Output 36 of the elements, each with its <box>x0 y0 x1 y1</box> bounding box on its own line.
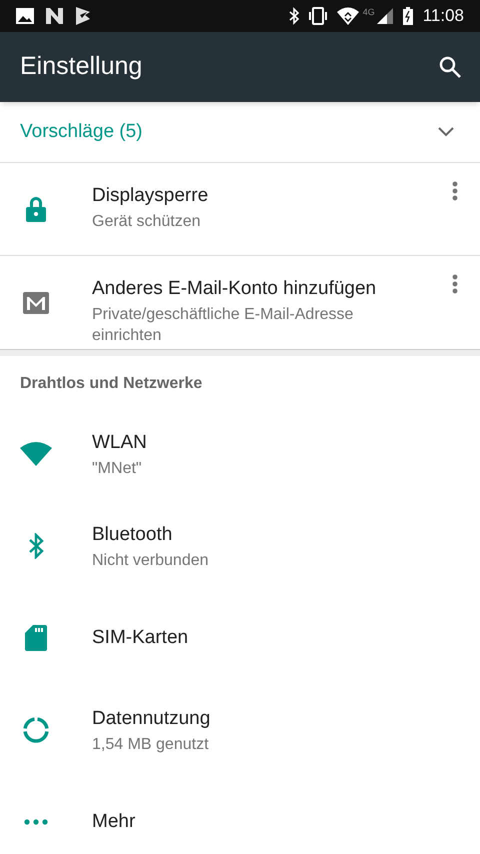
chevron-icon <box>438 127 454 137</box>
check-flag-icon <box>76 7 92 25</box>
wifi-icon <box>336 7 359 25</box>
setting-title[interactable]: Bluetooth <box>92 522 480 548</box>
wifi-icon <box>20 442 52 466</box>
more-icon <box>24 819 48 825</box>
app-title: Einstellung <box>20 51 144 82</box>
setting-title[interactable]: WLAN <box>92 430 480 456</box>
setting-subtitle: "MNet" <box>92 458 143 478</box>
setting-title[interactable]: SIM-Karten <box>92 625 480 651</box>
battery-icon <box>402 7 413 25</box>
image-icon <box>16 8 34 24</box>
bluetooth-icon <box>288 7 299 25</box>
setting-subtitle: Nicht verbunden <box>92 550 210 570</box>
clock: 11:08 <box>422 5 464 28</box>
setting-subtitle: 1,54 MB genutzt <box>92 734 210 754</box>
suggestion-title[interactable]: Anderes E-Mail-Konto hinzufügen <box>92 276 422 302</box>
vibrate-icon <box>306 7 329 25</box>
setting-title[interactable]: Datennutzung <box>92 706 480 732</box>
overflow-menu-icon[interactable] <box>452 181 458 201</box>
sd-card-icon <box>25 625 47 651</box>
bluetooth-icon <box>28 533 44 559</box>
setting-title[interactable]: Mehr <box>92 809 480 835</box>
section-header: Drahtlos und Netzwerke <box>19 374 204 394</box>
suggestions-header[interactable]: Vorschläge (5) <box>0 102 480 163</box>
overflow-menu-icon[interactable] <box>452 274 458 294</box>
suggestion-subtitle: Private/geschäftliche E-Mail-Adresse einrichten <box>92 305 354 346</box>
n-logo-icon <box>46 8 64 24</box>
search-icon[interactable] <box>438 55 462 79</box>
signal-icon <box>376 8 393 24</box>
lock-icon <box>25 196 47 222</box>
mail-icon <box>23 292 49 314</box>
network-type: 4G <box>362 6 375 19</box>
data-usage-icon <box>23 717 49 743</box>
suggestion-title[interactable]: Displaysperre <box>92 183 422 209</box>
suggestion-subtitle: Gerät schützen <box>92 212 202 232</box>
